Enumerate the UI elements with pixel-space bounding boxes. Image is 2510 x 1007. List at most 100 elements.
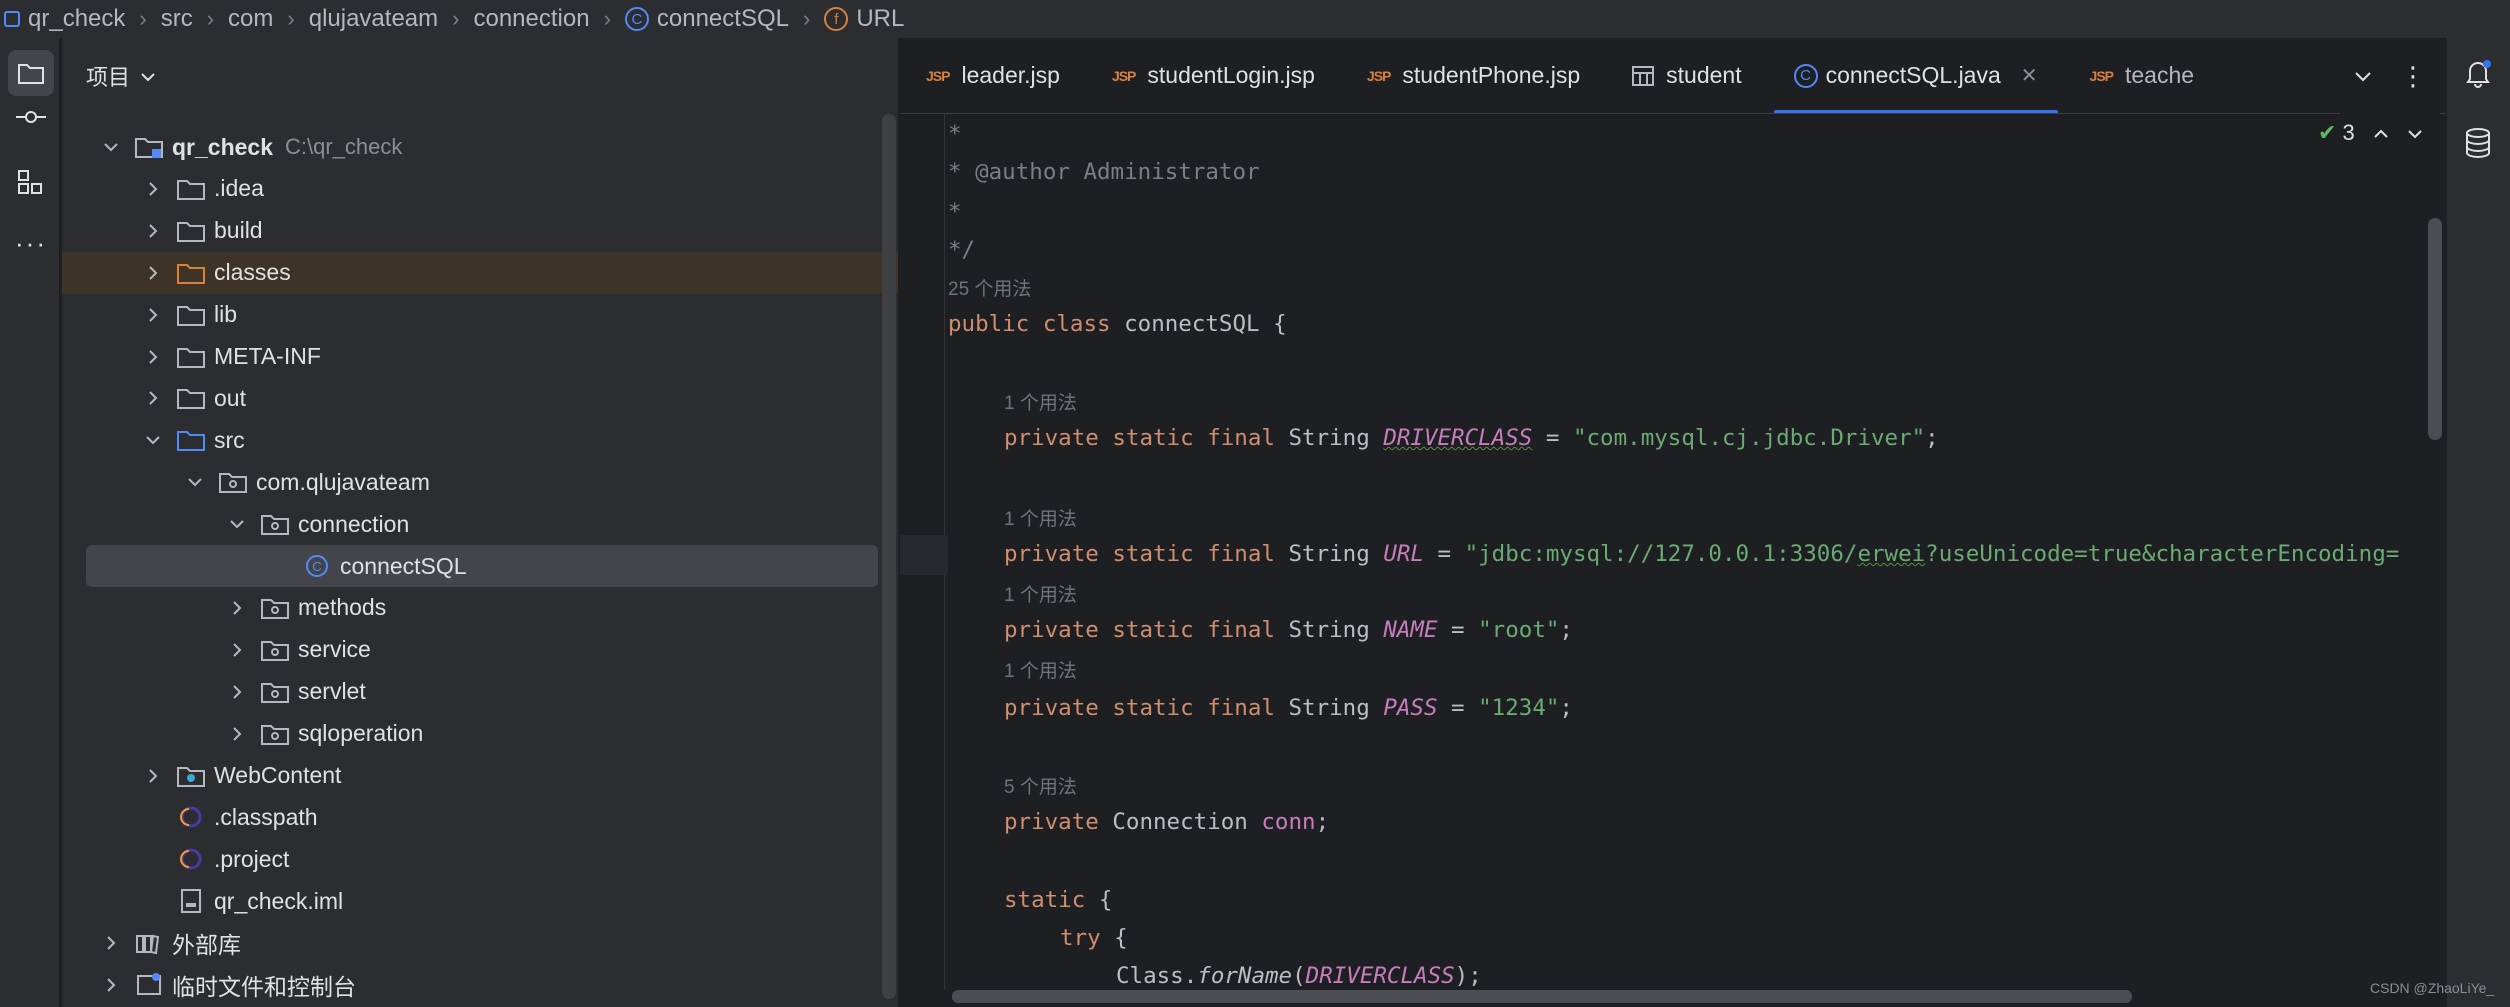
module-icon <box>135 138 163 158</box>
tree-item-label: 外部库 <box>172 932 241 959</box>
tree-item[interactable]: out <box>62 377 898 419</box>
tree-item[interactable]: META-INF <box>62 336 898 378</box>
table-icon <box>1632 65 1655 86</box>
chevron-right-icon[interactable] <box>142 262 164 284</box>
more-tools-button[interactable]: ··· <box>8 220 54 266</box>
code-line: private static final String PASS = "1234… <box>1004 695 1573 721</box>
tree-item[interactable]: com.qlujavateam <box>62 461 898 503</box>
tab-teacher[interactable]: JSP teache <box>2064 38 2221 113</box>
tree-item[interactable]: build <box>62 210 898 252</box>
chevron-right-icon[interactable] <box>142 304 164 326</box>
chevron-down-icon[interactable] <box>100 136 122 158</box>
tree-item[interactable]: lib <box>62 294 898 336</box>
usage-hint[interactable]: 1 个用法 <box>1004 504 1077 531</box>
tree-item[interactable]: src <box>62 419 898 461</box>
tree-item[interactable]: 外部库 <box>62 922 898 964</box>
breadcrumb-item[interactable]: com <box>228 0 273 38</box>
tree-item-label: out <box>214 384 246 411</box>
breadcrumb-item[interactable]: src <box>161 0 193 38</box>
breadcrumb-item[interactable]: URL <box>856 0 904 38</box>
scratch-icon <box>137 973 161 995</box>
panel-scrollbar[interactable] <box>882 114 896 999</box>
tree-item[interactable]: qr_check.iml <box>62 880 898 922</box>
library-icon <box>136 934 160 955</box>
tree-item[interactable]: service <box>62 629 898 671</box>
usage-hint[interactable]: 1 个用法 <box>1004 580 1077 607</box>
editor-vertical-scrollbar[interactable] <box>2428 218 2442 440</box>
project-panel-header[interactable]: 项目 <box>62 38 898 114</box>
notifications-button[interactable] <box>2455 50 2501 96</box>
chevron-right-icon[interactable] <box>142 178 164 200</box>
chevron-right-icon: › <box>452 6 460 31</box>
chevron-up-icon[interactable] <box>2373 120 2389 146</box>
tree-item[interactable]: .classpath <box>62 796 898 838</box>
chevron-right-icon[interactable] <box>226 681 248 703</box>
tree-item[interactable]: .idea <box>62 168 898 210</box>
chevron-down-icon[interactable] <box>226 513 248 535</box>
editor-horizontal-scrollbar[interactable] <box>952 990 2132 1003</box>
watermark: CSDN @ZhaoLiYe_ <box>2370 980 2495 996</box>
chevron-down-icon[interactable] <box>2407 120 2423 146</box>
breadcrumb: qr_check › src › com › qlujavateam › con… <box>0 0 2510 38</box>
right-tool-strip <box>2446 38 2510 1007</box>
usage-hint[interactable]: 1 个用法 <box>1004 388 1077 415</box>
chevron-right-icon[interactable] <box>142 387 164 409</box>
chevron-down-icon[interactable] <box>184 471 206 493</box>
inspection-widget[interactable]: ✔ 3 <box>2318 120 2423 146</box>
jsp-file-icon: JSP <box>2089 67 2114 84</box>
chevron-down-icon[interactable] <box>142 429 164 451</box>
chevron-right-icon[interactable] <box>226 597 248 619</box>
tree-item[interactable]: qr_check C:\qr_check <box>62 126 898 168</box>
package-icon <box>261 640 289 661</box>
tab-leader-jsp[interactable]: JSP leader.jsp <box>900 38 1086 113</box>
commit-tool-button[interactable] <box>8 94 54 140</box>
usage-hint[interactable]: 1 个用法 <box>1004 656 1077 683</box>
tab-connect-sql-java[interactable]: C connectSQL.java ✕ <box>1768 38 2064 113</box>
tree-item[interactable]: WebContent <box>62 755 898 797</box>
tree-item[interactable]: .project <box>62 838 898 880</box>
tree-item[interactable]: servlet <box>62 671 898 713</box>
breadcrumb-item[interactable]: connection <box>473 0 589 38</box>
chevron-down-icon[interactable] <box>2354 62 2372 90</box>
more-vertical-icon[interactable]: ⋮ <box>2400 63 2426 89</box>
code-editor[interactable]: * * @author Administrator * */ 25 个用法 pu… <box>948 114 2444 990</box>
breadcrumb-item[interactable]: qr_check <box>28 0 125 38</box>
tree-item-label: sqloperation <box>298 720 424 747</box>
tree-item-label: qr_check <box>172 133 274 160</box>
usage-hint[interactable]: 25 个用法 <box>948 274 1031 301</box>
tree-item[interactable]: CconnectSQL <box>86 545 878 587</box>
chevron-right-icon[interactable] <box>142 346 164 368</box>
tree-item[interactable]: 临时文件和控制台 <box>62 964 898 1006</box>
tree-item-label: methods <box>298 594 387 621</box>
tree-item[interactable]: methods <box>62 587 898 629</box>
chevron-right-icon[interactable] <box>100 932 122 954</box>
chevron-right-icon[interactable] <box>226 723 248 745</box>
structure-tool-button[interactable] <box>8 160 54 206</box>
usage-hint[interactable]: 5 个用法 <box>1004 772 1077 799</box>
breadcrumb-item[interactable]: connectSQL <box>657 0 789 38</box>
tab-label: connectSQL.java <box>1825 62 2001 88</box>
chevron-right-icon[interactable] <box>226 639 248 661</box>
jsp-file-icon: JSP <box>1366 67 1391 84</box>
database-button[interactable] <box>2455 120 2501 166</box>
tab-student-login-jsp[interactable]: JSP studentLogin.jsp <box>1086 38 1341 113</box>
chevron-right-icon[interactable] <box>142 765 164 787</box>
tab-student-table[interactable]: student <box>1606 38 1767 113</box>
tree-item[interactable]: sqloperation <box>62 713 898 755</box>
chevron-right-icon[interactable] <box>100 974 122 996</box>
breadcrumb-item[interactable]: qlujavateam <box>309 0 438 38</box>
tree-item[interactable]: connection <box>62 503 898 545</box>
check-icon: ✔ <box>2318 120 2337 145</box>
folder-icon <box>177 221 205 242</box>
close-icon[interactable]: ✕ <box>2021 63 2038 88</box>
folder-icon <box>177 305 205 326</box>
project-tool-button[interactable] <box>8 50 54 96</box>
tab-student-phone-jsp[interactable]: JSP studentPhone.jsp <box>1341 38 1606 113</box>
class-icon: C <box>1793 63 1818 88</box>
chevron-right-icon[interactable] <box>142 220 164 242</box>
tree-item[interactable]: classes <box>62 251 898 294</box>
tree-item-label: .idea <box>214 175 264 202</box>
